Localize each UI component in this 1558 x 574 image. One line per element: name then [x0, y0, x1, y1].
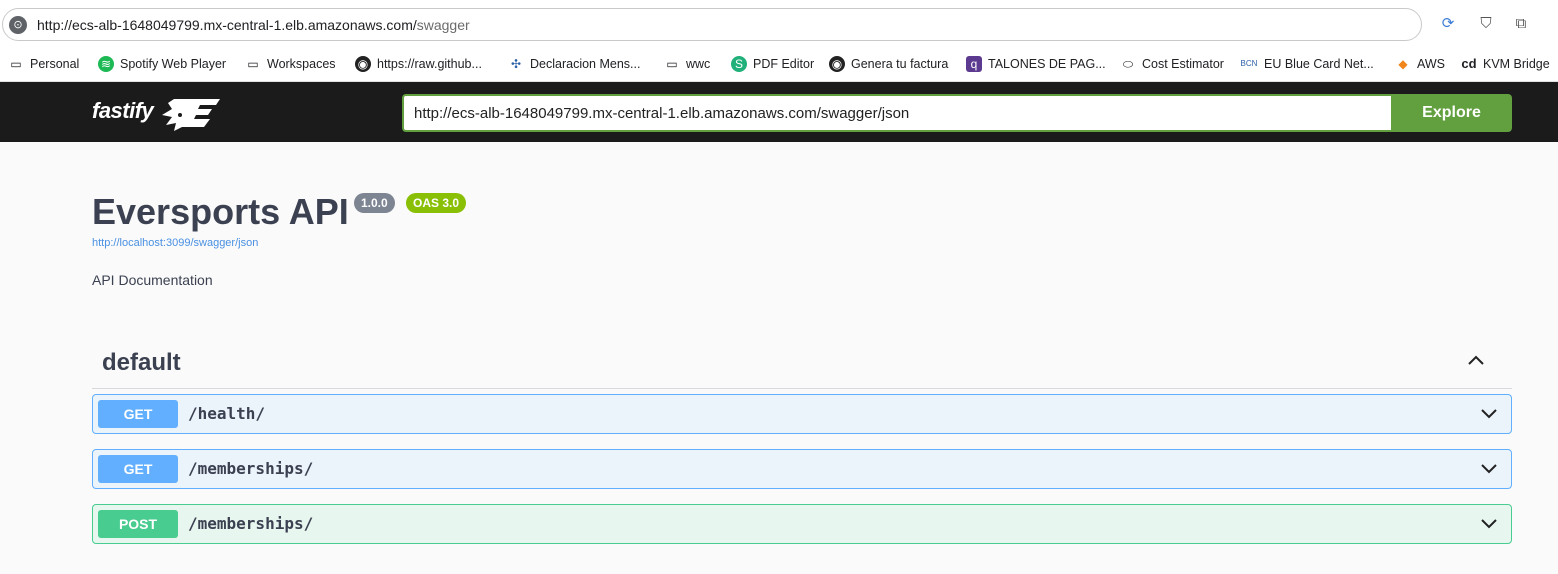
bookmark-genera-factura[interactable]: ◉ Genera tu factura: [829, 54, 948, 74]
chevron-up-icon[interactable]: [1466, 350, 1486, 375]
fastify-logo-text: fastify: [92, 98, 154, 123]
operation-get-memberships[interactable]: GET /memberships/: [92, 449, 1512, 489]
spec-url-link[interactable]: http://localhost:3099/swagger/json: [92, 237, 258, 249]
version-badge: 1.0.0: [354, 193, 395, 213]
tag-default-header[interactable]: default: [92, 340, 1512, 389]
operation-get-health[interactable]: GET /health/: [92, 394, 1512, 434]
cd-icon: cd: [1461, 56, 1477, 71]
bookmark-spotify[interactable]: ≋ Spotify Web Player: [98, 54, 226, 74]
swagger-topbar: fastify Explore: [0, 82, 1558, 142]
operation-path: /memberships/: [188, 514, 314, 533]
sat-icon: ✣: [510, 57, 522, 71]
pdf-editor-icon: S: [731, 56, 747, 72]
bookmark-cost-estimator[interactable]: ⬭ Cost Estimator: [1120, 54, 1224, 74]
globe-icon: ◉: [829, 56, 845, 72]
tag-name: default: [102, 349, 181, 376]
folder-icon: ▭: [10, 57, 22, 71]
chevron-down-icon[interactable]: [1479, 403, 1499, 423]
browser-toolbar: ⊙ http://ecs-alb-1648049799.mx-central-1…: [0, 0, 1558, 46]
api-description: API Documentation: [92, 272, 213, 288]
address-bar-url[interactable]: http://ecs-alb-1648049799.mx-central-1.e…: [37, 17, 470, 33]
cost-estimator-icon: ⬭: [1122, 57, 1134, 71]
shield-extension-icon[interactable]: ⛉: [1476, 14, 1496, 34]
bookmark-aws[interactable]: ◆ AWS: [1395, 54, 1445, 74]
operation-path: /health/: [188, 404, 266, 423]
api-title: Eversports API: [92, 191, 349, 232]
bookmark-eu-blue-card[interactable]: BCN EU Blue Card Net...: [1240, 54, 1374, 74]
site-info-icon[interactable]: ⊙: [9, 16, 27, 34]
chevron-down-icon[interactable]: [1479, 458, 1499, 478]
bcn-icon: BCN: [1240, 59, 1258, 68]
spec-url-input[interactable]: [402, 94, 1392, 132]
bookmark-wwc[interactable]: ▭ wwc: [664, 54, 710, 74]
bookmarks-bar: ▭ Personal ≋ Spotify Web Player ▭ Workspace…: [0, 46, 1558, 82]
address-bar[interactable]: ⊙ http://ecs-alb-1648049799.mx-central-1…: [2, 8, 1422, 41]
bookmark-personal[interactable]: ▭ Personal: [8, 54, 79, 74]
operation-post-memberships[interactable]: POST /memberships/: [92, 504, 1512, 544]
method-badge: GET: [98, 455, 178, 483]
github-icon: ◉: [355, 56, 371, 72]
bookmark-talones[interactable]: q TALONES DE PAG...: [966, 54, 1106, 74]
bookmark-pdf-editor[interactable]: S PDF Editor: [731, 54, 814, 74]
explore-button[interactable]: Explore: [1391, 94, 1512, 132]
chevron-down-icon[interactable]: [1479, 513, 1499, 533]
bookmark-kvm-bridge[interactable]: cd KVM Bridge: [1461, 54, 1549, 74]
extensions-puzzle-icon[interactable]: ⧉: [1511, 14, 1531, 34]
extension-icon[interactable]: ⟳: [1438, 14, 1458, 34]
method-badge: POST: [98, 510, 178, 538]
bookmark-workspaces[interactable]: ▭ Workspaces: [245, 54, 335, 74]
folder-icon: ▭: [247, 57, 259, 71]
talones-icon: q: [966, 56, 982, 72]
fastify-logo-icon: [162, 99, 220, 131]
bookmark-github-raw[interactable]: ◉ https://raw.github...: [355, 54, 482, 74]
operation-path: /memberships/: [188, 459, 314, 478]
spotify-icon: ≋: [98, 56, 114, 72]
method-badge: GET: [98, 400, 178, 428]
bookmark-declaracion[interactable]: ✣ Declaracion Mens...: [508, 54, 641, 74]
oas-badge: OAS 3.0: [406, 193, 467, 213]
folder-icon: ▭: [666, 57, 678, 71]
aws-icon: ◆: [1398, 57, 1408, 71]
